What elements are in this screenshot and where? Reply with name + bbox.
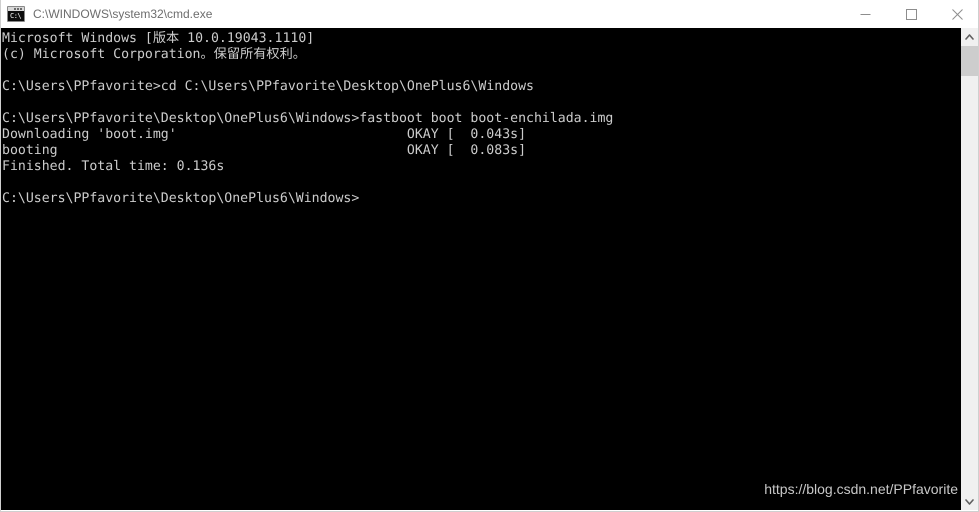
cmd-icon: C:\ bbox=[7, 6, 25, 22]
vertical-scrollbar[interactable] bbox=[961, 28, 978, 510]
scroll-up-button[interactable] bbox=[961, 28, 978, 45]
watermark-text: https://blog.csdn.net/PPfavorite bbox=[764, 481, 958, 497]
chevron-down-icon bbox=[965, 498, 974, 505]
window-title: C:\WINDOWS\system32\cmd.exe bbox=[33, 7, 213, 21]
console-output-area[interactable]: Microsoft Windows [版本 10.0.19043.1110] (… bbox=[1, 28, 978, 510]
minimize-icon bbox=[860, 13, 870, 15]
cmd-icon-titlebar bbox=[8, 7, 24, 11]
title-left-group: C:\ C:\WINDOWS\system32\cmd.exe bbox=[1, 0, 842, 28]
scroll-down-button[interactable] bbox=[961, 493, 978, 510]
window-titlebar[interactable]: C:\ C:\WINDOWS\system32\cmd.exe bbox=[1, 0, 978, 28]
close-icon bbox=[951, 8, 963, 20]
close-button[interactable] bbox=[934, 0, 978, 28]
window-controls bbox=[842, 0, 978, 28]
cmd-icon-prompt-glyph: C:\ bbox=[10, 12, 22, 20]
maximize-icon bbox=[905, 8, 917, 20]
cmd-window: C:\ C:\WINDOWS\system32\cmd.exe Microsof… bbox=[0, 0, 979, 512]
console-text: Microsoft Windows [版本 10.0.19043.1110] (… bbox=[2, 31, 614, 206]
maximize-button[interactable] bbox=[888, 0, 934, 28]
scrollbar-thumb[interactable] bbox=[961, 46, 978, 76]
cmd-icon-dots bbox=[14, 8, 23, 10]
minimize-button[interactable] bbox=[842, 0, 888, 28]
chevron-up-icon bbox=[965, 33, 974, 40]
